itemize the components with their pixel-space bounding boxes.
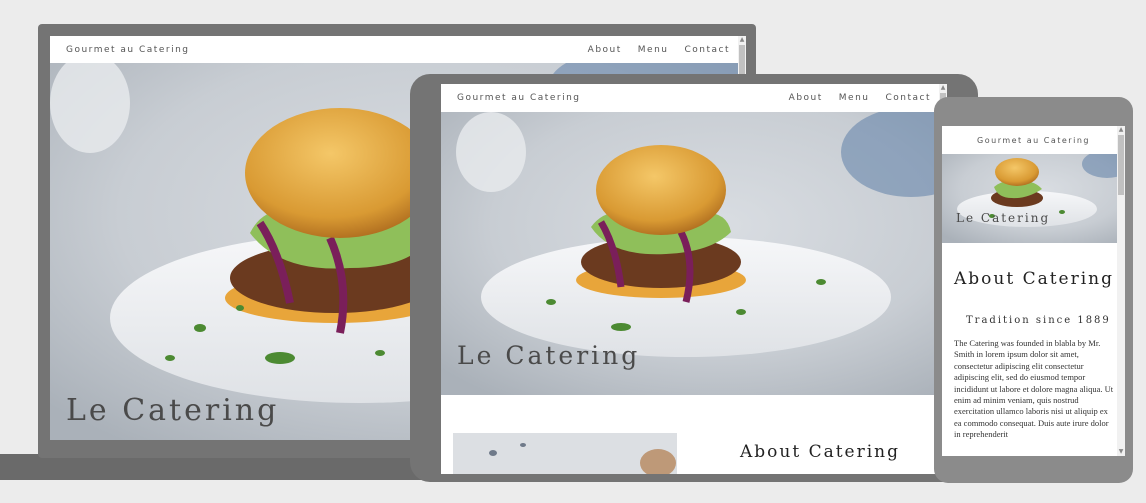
phone-screen: Gourmet au Catering Le Catering About Ca… [942,126,1125,456]
food-photo [453,433,677,474]
scroll-up-icon[interactable]: ▲ [739,37,745,43]
nav-menu[interactable]: Menu [839,93,870,103]
about-image [453,433,677,474]
hero-title: Le Catering [66,393,280,428]
navbar: Gourmet au Catering About Menu Contact [50,36,746,63]
hero-title: Le Catering [956,211,1051,225]
nav-links: About Menu Contact [572,45,730,55]
scroll-down-icon[interactable]: ▼ [1118,449,1124,455]
hero-image: Le Catering [441,112,947,395]
scrollbar[interactable]: ▲ ▼ [1117,126,1125,456]
about-title: About Catering [954,269,1115,289]
burger-photo [942,154,1125,243]
nav-links: About Menu Contact [773,93,931,103]
nav-menu[interactable]: Menu [638,45,669,55]
navbar: Gourmet au Catering [942,126,1125,154]
scroll-thumb[interactable] [1118,135,1124,195]
scroll-up-icon[interactable]: ▲ [940,85,946,91]
about-text: The Catering was founded in blabla by Mr… [954,338,1114,440]
scroll-up-icon[interactable]: ▲ [1118,127,1124,133]
about-subtitle: Tradition since 1889 [966,315,1111,326]
brand-link[interactable]: Gourmet au Catering [457,93,580,103]
nav-contact[interactable]: Contact [684,45,730,55]
nav-about[interactable]: About [588,45,622,55]
hero-title: Le Catering [457,341,641,370]
tablet-device: Le Catering Gourmet au Catering About Me… [410,74,978,482]
nav-contact[interactable]: Contact [885,93,931,103]
brand-link[interactable]: Gourmet au Catering [66,45,189,55]
navbar: Gourmet au Catering About Menu Contact [441,84,947,112]
brand-link[interactable]: Gourmet au Catering [977,136,1090,145]
nav-about[interactable]: About [789,93,823,103]
hero-image: Le Catering [942,154,1125,243]
phone-device: Gourmet au Catering Le Catering About Ca… [934,97,1133,483]
tablet-screen: Le Catering Gourmet au Catering About Me… [441,84,947,474]
about-title: About Catering [740,442,901,462]
